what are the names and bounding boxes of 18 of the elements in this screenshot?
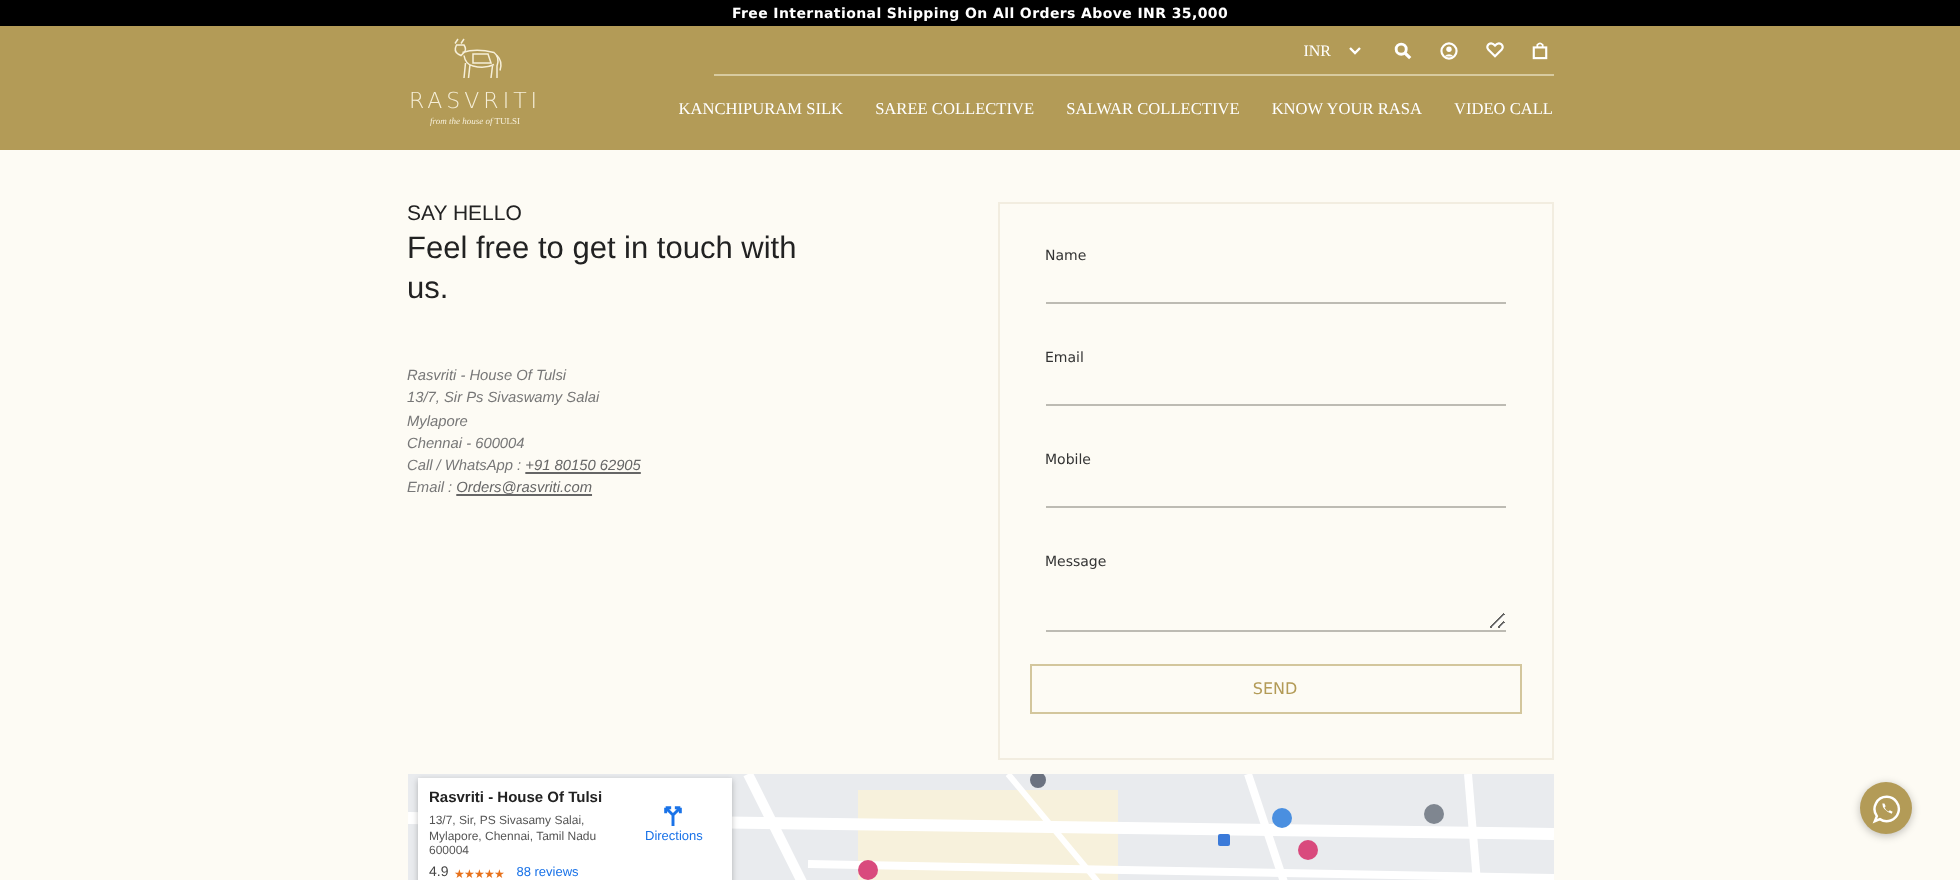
heart-icon[interactable] [1485, 42, 1503, 58]
nav-link[interactable]: KNOW YOUR RASA [1271, 100, 1422, 118]
currency-selector[interactable]: INR [1303, 41, 1361, 59]
section-eyebrow: SAY HELLO [407, 202, 524, 226]
chat-phone-icon [1871, 793, 1901, 823]
nav-link[interactable]: KANCHIPURAM SILK [678, 100, 844, 118]
directions-icon [662, 804, 685, 826]
nav-link[interactable]: SALWAR COLLECTIVE [1066, 100, 1240, 118]
account-icon[interactable] [1439, 41, 1457, 59]
whatsapp-button[interactable] [1860, 782, 1912, 834]
search-icon[interactable] [1393, 41, 1411, 59]
contact-heading: Feel free to get in touch with us. [407, 230, 797, 310]
send-button[interactable]: SEND [1029, 664, 1521, 714]
logo-wordmark: RASVRITI [408, 88, 542, 114]
chevron-down-icon [1347, 45, 1361, 55]
bag-icon[interactable] [1531, 41, 1547, 59]
nav-link[interactable]: VIDEO CALL [1453, 100, 1553, 118]
nav-link[interactable]: SAREE COLLECTIVE [875, 100, 1035, 118]
